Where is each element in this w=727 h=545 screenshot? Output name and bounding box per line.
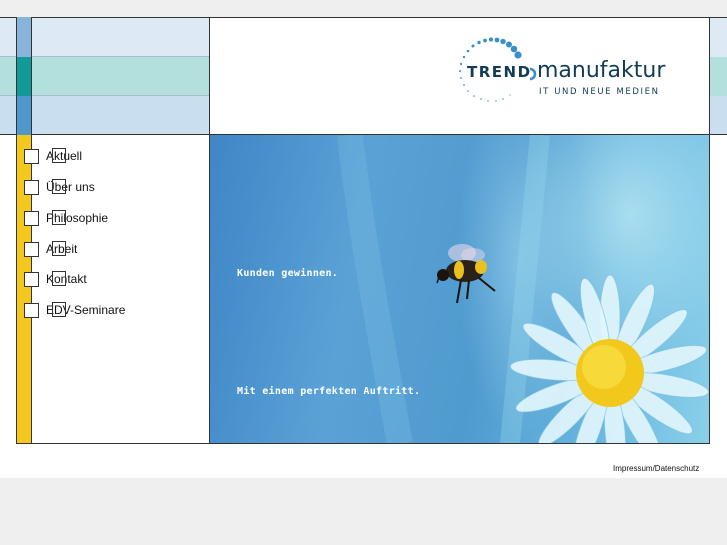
nav-item-philosophie[interactable]: Philosophie <box>24 210 108 226</box>
hero-illustration <box>337 135 710 443</box>
nav-label-arbeit: Arbeit <box>46 241 77 257</box>
nav-checkbox[interactable] <box>24 302 39 318</box>
top-strip <box>0 0 727 17</box>
header-band-right-1 <box>710 17 727 57</box>
daisy-flower-icon <box>509 274 710 443</box>
nav-label-edv-seminare: EDV-Seminare <box>46 302 125 318</box>
nav-checkbox[interactable] <box>24 241 39 257</box>
nav-checkbox[interactable] <box>24 148 39 164</box>
bee-icon <box>436 244 496 304</box>
logo-brand-left: TREND <box>467 63 532 81</box>
nav-checkbox[interactable] <box>24 210 39 226</box>
hero-image: Kunden gewinnen. Mit einem perfekten Auf… <box>209 135 710 444</box>
logo-brand-right: manufaktur <box>537 58 666 83</box>
cursor-box <box>52 148 66 163</box>
header-band-right-2 <box>710 57 727 96</box>
nav-item-kontakt[interactable]: Kontakt <box>24 271 87 287</box>
nav-item-aktuell[interactable]: Aktuell <box>24 148 82 164</box>
nav-item-edv-seminare[interactable]: EDV-Seminare <box>24 302 125 318</box>
cursor-box <box>52 241 66 256</box>
nav-checkbox[interactable] <box>24 179 39 195</box>
logo-tagline: IT UND NEUE MEDIEN <box>539 87 660 97</box>
nav-label-philosophie: Philosophie <box>46 210 108 226</box>
color-stripe-2 <box>16 57 32 96</box>
cursor-box <box>52 210 66 225</box>
impressum-link[interactable]: Impressum/Datenschutz <box>613 464 699 473</box>
nav-item-ueber-uns[interactable]: Über uns <box>24 179 95 195</box>
cursor-box <box>52 179 66 194</box>
nav-label-aktuell: Aktuell <box>46 148 82 164</box>
cursor-box <box>52 271 66 286</box>
right-border <box>709 17 710 444</box>
nav-item-arbeit[interactable]: Arbeit <box>24 241 77 257</box>
hero-headline: Kunden gewinnen. <box>237 268 339 279</box>
color-stripe-3 <box>16 96 32 135</box>
hero-subline: Mit einem perfekten Auftritt. <box>237 386 421 397</box>
nav-bottom-border <box>16 443 210 444</box>
header-band-right-3 <box>710 96 727 135</box>
color-stripe-1 <box>16 17 32 57</box>
nav-label-ueber-uns: Über uns <box>46 179 95 195</box>
nav-label-kontakt: Kontakt <box>46 271 87 287</box>
nav-checkbox[interactable] <box>24 271 39 287</box>
cursor-box <box>52 302 66 317</box>
